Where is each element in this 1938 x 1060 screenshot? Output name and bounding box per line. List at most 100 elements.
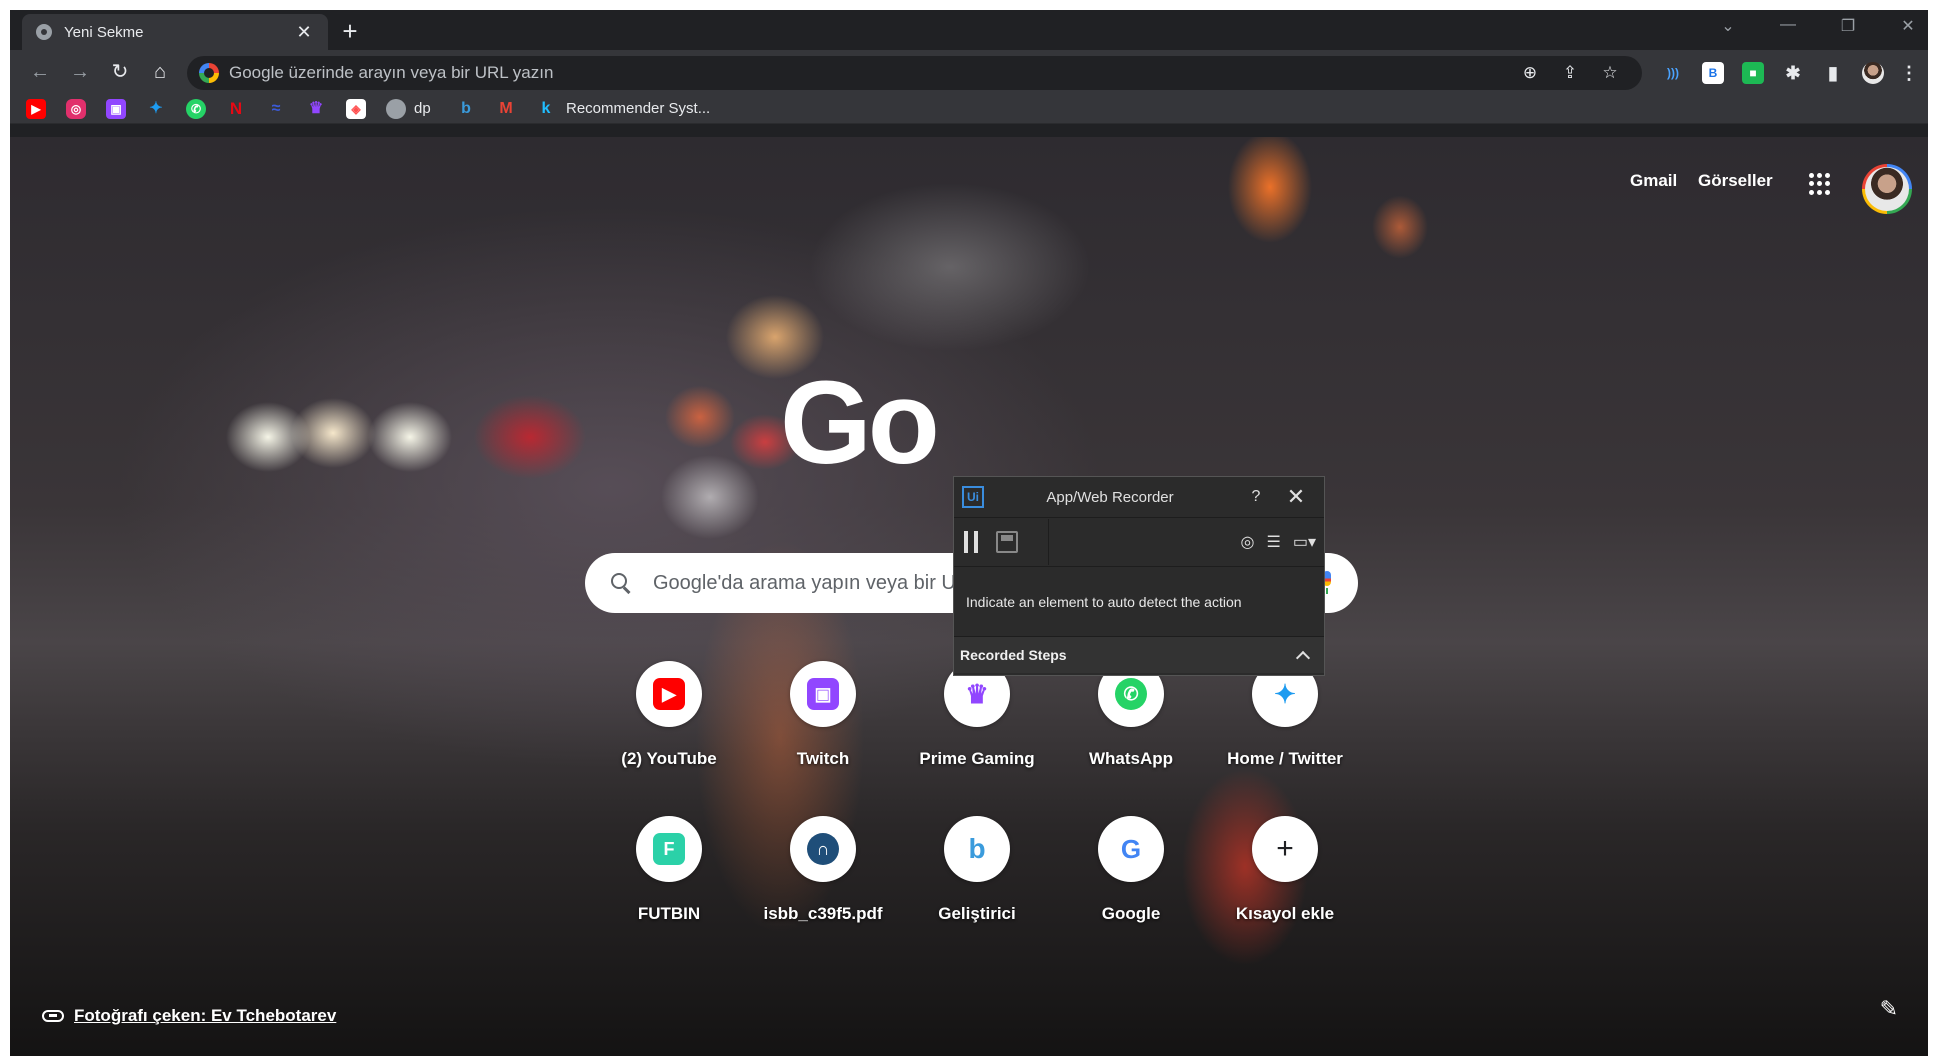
address-bar[interactable]: Google üzerinde arayın veya bir URL yazı…	[187, 56, 1642, 90]
toolbar: ← → ↻ ⌂ Google üzerinde arayın veya bir …	[10, 50, 1928, 94]
shortcut-label: Kısayol ekle	[1235, 904, 1335, 923]
save-icon[interactable]	[996, 531, 1018, 553]
add-shortcut-button[interactable]: + Kısayol ekle	[1210, 816, 1360, 924]
profile-avatar[interactable]	[1862, 62, 1884, 84]
bookmark-gmail-icon[interactable]: M	[496, 99, 516, 119]
youtube-icon: ▶	[653, 678, 685, 710]
recorded-steps-label: Recorded Steps	[960, 647, 1067, 663]
google-apps-icon[interactable]	[1809, 173, 1831, 195]
reload-button[interactable]: ↻	[106, 59, 134, 87]
shortcut-prime-gaming[interactable]: ♛ Prime Gaming	[902, 661, 1052, 769]
shortcut-whatsapp[interactable]: ✆ WhatsApp	[1056, 661, 1206, 769]
photo-credit-link[interactable]: Fotoğrafı çeken: Ev Tchebotarev	[42, 1006, 336, 1026]
shortcut-label: FUTBIN	[637, 904, 701, 923]
images-link[interactable]: Görseller	[1698, 171, 1773, 191]
google-icon: G	[1120, 833, 1142, 864]
shortcut-label: isbb_c39f5.pdf	[763, 904, 883, 923]
steps-list-icon[interactable]: ☰	[1267, 532, 1281, 552]
tab-close-button[interactable]: ✕	[294, 22, 314, 43]
screen-capture-icon[interactable]: ▭▾	[1293, 532, 1316, 552]
bookmark-youtube-icon[interactable]: ▶	[26, 99, 46, 119]
tab-new-tab[interactable]: Yeni Sekme ✕	[22, 14, 328, 50]
b-extension-icon[interactable]: B	[1702, 62, 1724, 84]
home-button[interactable]: ⌂	[146, 59, 174, 87]
app-web-recorder-panel: Ui App/Web Recorder ? ✕ ◎ ☰ ▭▾ Indicate …	[953, 476, 1325, 676]
bookmark-dp[interactable]: dp	[414, 100, 431, 117]
tab-search-button[interactable]: ⌄	[1708, 16, 1748, 36]
link-icon	[42, 1010, 64, 1022]
close-window-button[interactable]: ✕	[1888, 16, 1928, 36]
shortcut-pdf[interactable]: ∩ isbb_c39f5.pdf	[748, 816, 898, 924]
shortcut-label: (2) YouTube	[621, 749, 717, 768]
recorder-message: Indicate an element to auto detect the a…	[954, 567, 1324, 637]
whatsapp-icon: ✆	[1115, 678, 1147, 710]
shortcut-label: Home / Twitter	[1227, 749, 1343, 768]
shortcut-label: Google	[1101, 904, 1161, 923]
shortcut-developer[interactable]: b Geliştirici	[902, 816, 1052, 924]
plus-icon: +	[1276, 832, 1294, 865]
bookmark-twitter-icon[interactable]: ✦	[146, 99, 166, 119]
bookmark-netflix-icon[interactable]: N	[226, 99, 246, 119]
new-tab-button[interactable]: +	[336, 18, 364, 46]
customize-pencil-icon[interactable]: ✎	[1880, 996, 1898, 1022]
tab-title: Yeni Sekme	[64, 23, 144, 41]
bookmark-prime-icon[interactable]: ≈	[266, 99, 286, 119]
sidepanel-icon[interactable]: ▮	[1822, 62, 1844, 84]
shortcut-twitch[interactable]: ▣ Twitch	[748, 661, 898, 769]
chrome-icon	[36, 24, 52, 40]
restore-button[interactable]: ❐	[1828, 16, 1868, 36]
uipath-logo-icon: Ui	[962, 486, 984, 508]
search-icon	[609, 571, 633, 595]
google-logo: Go	[780, 357, 940, 489]
recorder-close-button[interactable]: ✕	[1276, 484, 1316, 510]
forward-button[interactable]: →	[66, 59, 94, 87]
shortcut-google[interactable]: G Google	[1056, 816, 1206, 924]
bookmark-whatsapp-icon[interactable]: ✆	[186, 99, 206, 119]
shortcut-futbin[interactable]: F FUTBIN	[594, 816, 744, 924]
bookmark-twitch-icon[interactable]: ▣	[106, 99, 126, 119]
chevron-up-icon[interactable]	[1295, 650, 1311, 666]
bookmark-app-icon[interactable]: ◈	[346, 99, 366, 119]
shortcut-twitter[interactable]: ✦ Home / Twitter	[1210, 661, 1360, 769]
futbin-icon: F	[653, 833, 685, 865]
recorder-titlebar: Ui App/Web Recorder ? ✕	[954, 477, 1324, 517]
share-icon[interactable]: ⇪	[1550, 63, 1590, 83]
menu-kebab-icon[interactable]: ⋮	[1898, 62, 1920, 84]
recorder-toolbar: ◎ ☰ ▭▾	[954, 517, 1324, 567]
minimize-button[interactable]: —	[1768, 16, 1808, 34]
bookmarks-bar: ▶ ◎ ▣ ✦ ✆ N ≈ ♛ ◈ dp b M k Recommender S…	[10, 94, 1928, 124]
twitter-icon: ✦	[1274, 678, 1296, 709]
recorded-steps-header[interactable]: Recorded Steps	[954, 637, 1324, 673]
bookmark-recommender[interactable]: Recommender Syst...	[566, 100, 710, 117]
back-button[interactable]: ←	[26, 59, 54, 87]
puzzle-icon[interactable]: ✱	[1782, 62, 1804, 84]
wave-extension-icon[interactable]: )))	[1662, 62, 1684, 84]
bookmark-bing-icon[interactable]: b	[456, 99, 476, 119]
gmail-link[interactable]: Gmail	[1630, 171, 1677, 191]
account-avatar[interactable]	[1862, 164, 1912, 214]
green-extension-icon[interactable]: ■	[1742, 62, 1764, 84]
globe-icon[interactable]	[386, 99, 406, 119]
address-bar-placeholder: Google üzerinde arayın veya bir URL yazı…	[229, 63, 554, 82]
google-g-icon	[199, 63, 219, 83]
bookmark-star-icon[interactable]: ☆	[1590, 63, 1630, 83]
photo-credit-text: Fotoğrafı çeken: Ev Tchebotarev	[74, 1006, 337, 1025]
tab-strip: Yeni Sekme ✕ + ⌄ — ❐ ✕	[10, 10, 1928, 50]
bookmark-prime-gaming-icon[interactable]: ♛	[306, 99, 326, 119]
shortcut-label: Twitch	[796, 749, 850, 768]
pause-icon[interactable]	[964, 531, 978, 553]
target-icon[interactable]: ◎	[1241, 532, 1255, 552]
shortcut-label: WhatsApp	[1088, 749, 1174, 768]
browser-window: Yeni Sekme ✕ + ⌄ — ❐ ✕ ← → ↻ ⌂ Google üz…	[10, 10, 1928, 1056]
shortcut-youtube[interactable]: ▶ (2) YouTube	[594, 661, 744, 769]
twitch-icon: ▣	[807, 678, 839, 710]
prime-gaming-icon: ♛	[965, 678, 989, 709]
shortcut-label: Geliştirici	[938, 904, 1016, 923]
new-tab-page: Gmail Görseller Go Google'da arama yapın…	[10, 137, 1928, 1056]
bookmark-instagram-icon[interactable]: ◎	[66, 99, 86, 119]
bookmark-kaggle-icon[interactable]: k	[536, 99, 556, 119]
bing-icon: b	[968, 833, 986, 864]
pdf-site-icon: ∩	[807, 833, 839, 865]
recorder-help-button[interactable]: ?	[1236, 488, 1276, 506]
zoom-icon[interactable]: ⊕	[1510, 63, 1550, 83]
